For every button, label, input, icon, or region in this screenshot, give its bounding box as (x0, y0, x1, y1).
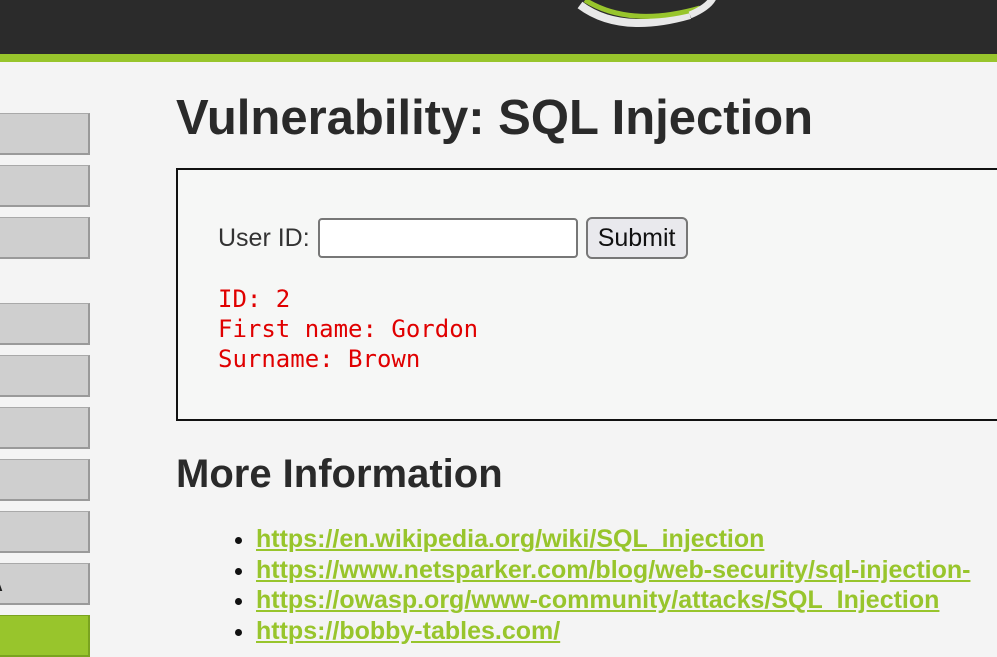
user-id-label: User ID: (218, 223, 310, 252)
sidebar-item-label: A (0, 564, 3, 603)
page-title: Vulnerability: SQL Injection (176, 91, 814, 145)
result-line-first-name: First name: Gordon (218, 315, 479, 343)
list-item: https://www.netsparker.com/blog/web-secu… (256, 555, 970, 586)
list-item: https://owasp.org/www-community/attacks/… (256, 585, 970, 616)
vulnerable-code-area: User ID: Submit ID: 2 First name: Gordon… (176, 168, 997, 421)
sidebar-item-8[interactable] (0, 511, 90, 553)
sidebar-item-5[interactable]: n (0, 355, 90, 397)
user-id-input[interactable] (317, 218, 578, 258)
sidebar-item-7[interactable] (0, 459, 90, 501)
sidebar-menu: n A (0, 62, 92, 657)
user-id-form: User ID: Submit (218, 216, 688, 260)
dvwa-logo-icon (577, 0, 716, 27)
header-bar (0, 0, 997, 62)
reference-links-list: https://en.wikipedia.org/wiki/SQL_inject… (226, 524, 970, 646)
sidebar-item-3[interactable] (0, 217, 90, 259)
sidebar-item-active[interactable] (0, 615, 90, 657)
sidebar-item-2[interactable] (0, 165, 90, 207)
sidebar-item-9[interactable]: A (0, 563, 90, 605)
submit-button[interactable]: Submit (585, 217, 688, 259)
result-line-surname: Surname: Brown (218, 345, 421, 373)
link-owasp-sql-injection[interactable]: https://owasp.org/www-community/attacks/… (256, 586, 939, 614)
link-wikipedia-sql-injection[interactable]: https://en.wikipedia.org/wiki/SQL_inject… (256, 525, 764, 553)
sidebar-item-4[interactable] (0, 303, 90, 345)
result-line-id: ID: 2 (218, 285, 291, 313)
list-item: https://en.wikipedia.org/wiki/SQL_inject… (256, 524, 970, 555)
sidebar-item-1[interactable] (0, 113, 90, 155)
query-result: ID: 2 First name: Gordon Surname: Brown (218, 284, 478, 374)
link-netsparker-sql-injection[interactable]: https://www.netsparker.com/blog/web-secu… (256, 556, 970, 584)
sidebar-item-6[interactable] (0, 407, 90, 449)
more-information-heading: More Information (176, 452, 503, 496)
